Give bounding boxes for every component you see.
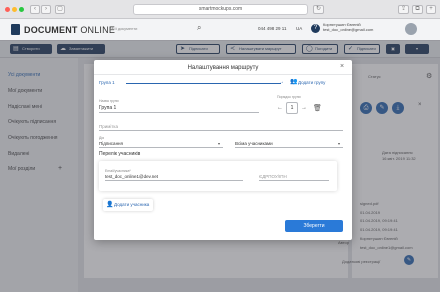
- user-email: test_doc_online@gmail.com: [323, 27, 374, 32]
- browser-chrome: ‹ › ▢ smartmockups.com ↻ ⇪ ⧉ +: [0, 0, 440, 19]
- window-close-button[interactable]: [5, 7, 10, 12]
- add-group-icon[interactable]: 👥: [290, 78, 297, 85]
- url-text: smartmockups.com: [198, 6, 243, 12]
- back-button[interactable]: ‹: [30, 5, 40, 14]
- arrow-left-icon[interactable]: ←: [275, 102, 285, 114]
- order-input[interactable]: 1: [286, 102, 298, 114]
- add-participant-label: Додати учасника: [114, 202, 150, 207]
- address-bar[interactable]: smartmockups.com: [133, 4, 308, 15]
- participant-code-underline: [259, 180, 329, 181]
- trash-icon[interactable]: 🗑: [313, 104, 322, 112]
- tabs-icon[interactable]: ⧉: [412, 5, 423, 14]
- action-select[interactable]: Підписання: [99, 141, 123, 146]
- note-input[interactable]: Примітка: [99, 124, 118, 129]
- participant-email-input[interactable]: test_doc_online1@dev.net: [105, 174, 158, 179]
- tab-group-1[interactable]: Група 1: [99, 80, 115, 85]
- close-icon[interactable]: ×: [340, 63, 344, 70]
- participants-title: Перелік учасників: [99, 151, 141, 157]
- add-group-link[interactable]: Додати групу: [298, 80, 325, 85]
- save-button[interactable]: Зберегти: [285, 220, 343, 232]
- window-maximize-button[interactable]: [19, 7, 24, 12]
- group-name-underline: [99, 112, 259, 113]
- participant-code-input[interactable]: ЄДРПОУ/ІПН: [259, 174, 287, 179]
- group-name-input[interactable]: Група 1: [99, 105, 116, 111]
- user-icon: 👤: [106, 202, 114, 208]
- help-icon[interactable]: ?: [311, 24, 320, 33]
- logo-icon: [11, 24, 20, 35]
- participant-email-label: Email/учасника*: [105, 169, 131, 173]
- reload-icon[interactable]: ↻: [313, 5, 324, 14]
- participants-mode-underline: [235, 147, 343, 148]
- forward-button[interactable]: ›: [41, 5, 51, 14]
- logo-bold-text: DOCUMENT: [24, 25, 78, 35]
- group-name-label: Назва групи: [99, 99, 119, 103]
- share-icon[interactable]: ⇪: [398, 5, 409, 14]
- add-participant-button[interactable]: 👤 Додати учасника: [103, 199, 154, 211]
- participants-mode-select[interactable]: Всіма учасниками: [235, 141, 273, 146]
- search-icon[interactable]: ⌕: [197, 23, 201, 33]
- logo[interactable]: DOCUMENT ONLINE: [24, 25, 115, 35]
- modal-divider: [94, 74, 352, 75]
- order-stepper: ← 1 →: [275, 102, 311, 115]
- arrow-right-icon: →: [279, 79, 284, 85]
- order-label: Порядок групи: [277, 95, 301, 99]
- group-tab-underline: [126, 83, 281, 84]
- chevron-down-icon: ▾: [338, 141, 341, 146]
- arrow-right-order-icon[interactable]: →: [299, 102, 309, 114]
- window-minimize-button[interactable]: [12, 7, 17, 12]
- participant-card: Email/учасника* test_doc_online1@dev.net…: [99, 161, 337, 191]
- note-underline: [99, 130, 343, 131]
- new-tab-icon[interactable]: +: [426, 5, 436, 14]
- action-underline: [99, 147, 223, 148]
- language-switch[interactable]: UA: [296, 26, 302, 31]
- modal-title: Налаштування маршруту: [187, 65, 259, 71]
- phone-number: 044 498 29 11: [258, 26, 287, 31]
- document-select[interactable]: Мої документи: [110, 26, 137, 31]
- user-info[interactable]: Корнєтушин Євгеній test_doc_online@gmail…: [323, 22, 373, 32]
- sidebar-toggle-button[interactable]: ▢: [55, 5, 65, 14]
- action-label: Дія: [99, 136, 105, 140]
- route-settings-modal: Налаштування маршруту × Група 1 → 👥 Дода…: [94, 60, 352, 240]
- avatar[interactable]: [405, 23, 417, 35]
- participant-email-underline: [105, 180, 243, 181]
- chevron-down-icon: ▾: [218, 141, 221, 146]
